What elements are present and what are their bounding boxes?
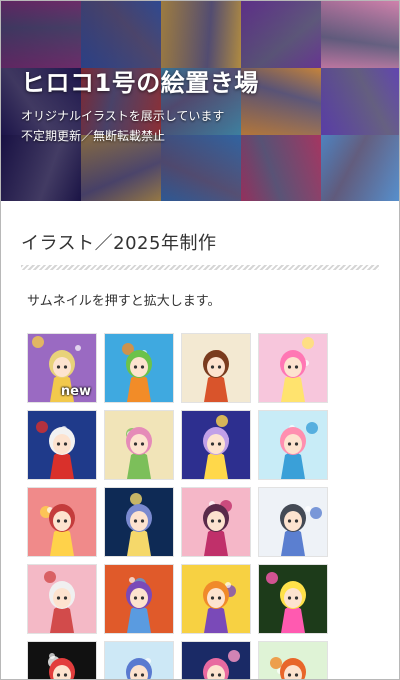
gallery-thumbnail[interactable]: new xyxy=(27,333,97,403)
site-subtitle-line2: 不定期更新／無断転載禁止 xyxy=(21,129,166,143)
site-subtitle-line1: オリジナルイラストを展示しています xyxy=(21,109,225,123)
illustration-image xyxy=(105,411,173,479)
gallery-thumbnail[interactable] xyxy=(104,487,174,557)
illustration-image xyxy=(182,488,250,556)
page-frame: ヒロコ1号の絵置き場 オリジナルイラストを展示しています 不定期更新／無断転載禁… xyxy=(0,0,400,680)
illustration-image xyxy=(259,334,327,402)
section-title: イラスト／2025年制作 xyxy=(21,233,217,254)
illustration-image xyxy=(105,488,173,556)
gallery-thumbnail[interactable] xyxy=(27,641,97,679)
illustration-image xyxy=(105,642,173,679)
thumbnail-grid: new xyxy=(27,333,379,679)
illustration-image xyxy=(259,565,327,633)
gallery-thumbnail[interactable] xyxy=(104,564,174,634)
illustration-image xyxy=(28,411,96,479)
new-badge: new xyxy=(60,384,91,399)
hero-banner: ヒロコ1号の絵置き場 オリジナルイラストを展示しています 不定期更新／無断転載禁… xyxy=(1,1,399,201)
illustration-image xyxy=(28,488,96,556)
illustration-image xyxy=(259,411,327,479)
illustration-image xyxy=(28,642,96,679)
gallery-thumbnail[interactable] xyxy=(258,410,328,480)
gallery-thumbnail[interactable] xyxy=(181,564,251,634)
illustration-image xyxy=(259,642,327,679)
gallery-thumbnail[interactable] xyxy=(258,333,328,403)
illustration-image xyxy=(182,411,250,479)
gallery-thumbnail[interactable] xyxy=(104,410,174,480)
illustration-image xyxy=(105,334,173,402)
illustration-image xyxy=(28,565,96,633)
gallery-thumbnail[interactable] xyxy=(181,410,251,480)
gallery-thumbnail[interactable] xyxy=(181,641,251,679)
illustration-image xyxy=(105,565,173,633)
gallery-thumbnail[interactable] xyxy=(104,333,174,403)
illustration-image xyxy=(182,565,250,633)
gallery-thumbnail[interactable] xyxy=(258,641,328,679)
illustration-image xyxy=(259,488,327,556)
site-title[interactable]: ヒロコ1号の絵置き場 xyxy=(21,63,259,98)
section-divider xyxy=(21,265,379,270)
gallery-thumbnail[interactable] xyxy=(27,564,97,634)
gallery-thumbnail[interactable] xyxy=(27,410,97,480)
gallery-thumbnail[interactable] xyxy=(181,333,251,403)
illustration-image xyxy=(182,334,250,402)
main-content: イラスト／2025年制作 サムネイルを押すと拡大します。 new xyxy=(1,201,399,679)
gallery-hint: サムネイルを押すと拡大します。 xyxy=(27,294,221,309)
hero-text: ヒロコ1号の絵置き場 オリジナルイラストを展示しています 不定期更新／無断転載禁… xyxy=(21,63,259,146)
gallery-thumbnail[interactable] xyxy=(104,641,174,679)
gallery-thumbnail[interactable] xyxy=(27,487,97,557)
gallery-thumbnail[interactable] xyxy=(181,487,251,557)
gallery-thumbnail[interactable] xyxy=(258,564,328,634)
illustration-image xyxy=(182,642,250,679)
gallery-thumbnail[interactable] xyxy=(258,487,328,557)
